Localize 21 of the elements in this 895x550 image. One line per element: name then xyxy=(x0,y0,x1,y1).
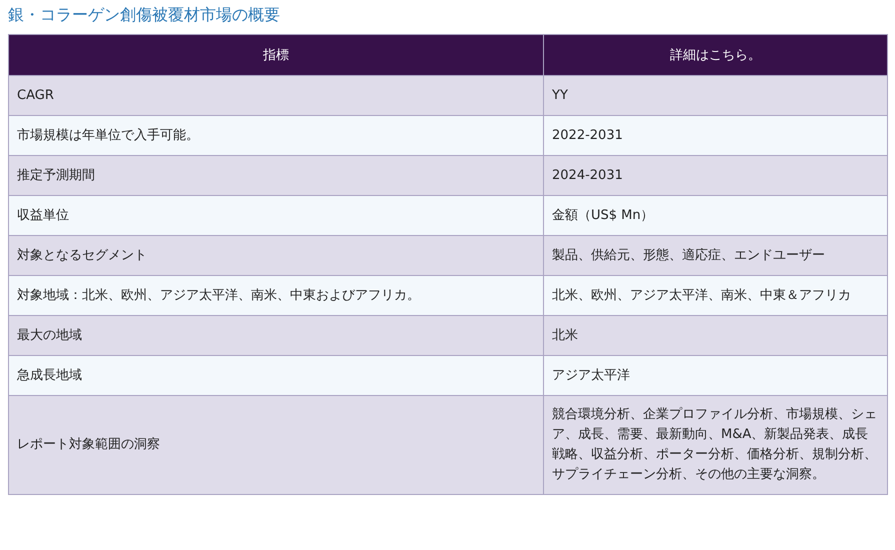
table-cell: 推定予測期間 xyxy=(8,156,544,196)
table-cell: 北米、欧州、アジア太平洋、南米、中東＆アフリカ xyxy=(544,276,888,316)
table-cell: 対象となるセグメント xyxy=(8,236,544,276)
section-title: 銀・コラーゲン創傷被覆材市場の概要 xyxy=(8,4,281,26)
table-cell: レポート対象範囲の洞察 xyxy=(8,396,544,494)
table-cell: YY xyxy=(544,76,888,116)
table-cell: 最大の地域 xyxy=(8,316,544,356)
column-header: 指標 xyxy=(8,34,544,76)
table-cell: 製品、供給元、形態、適応症、エンドユーザー xyxy=(544,236,888,276)
table-cell: 金額（US$ Mn） xyxy=(544,196,888,236)
table-cell: 急成長地域 xyxy=(8,356,544,396)
table-cell: 2024-2031 xyxy=(544,156,888,196)
table-cell: 北米 xyxy=(544,316,888,356)
table-cell: 2022-2031 xyxy=(544,116,888,156)
column-header: 詳細はこちら。 xyxy=(544,34,888,76)
table-cell: 対象地域：北米、欧州、アジア太平洋、南米、中東およびアフリカ。 xyxy=(8,276,544,316)
table-cell: 収益単位 xyxy=(8,196,544,236)
table-cell: CAGR xyxy=(8,76,544,116)
table-cell: 競合環境分析、企業プロファイル分析、市場規模、シェア、成長、需要、最新動向、M&A、新製品発表、成長戦略、収益分析、ポーター分析、価格分析、規制分析、サプライチェーン分析、その他の主要な洞察。 xyxy=(544,396,888,494)
table-cell: 市場規模は年単位で入手可能。 xyxy=(8,116,544,156)
table-cell: アジア太平洋 xyxy=(544,356,888,396)
